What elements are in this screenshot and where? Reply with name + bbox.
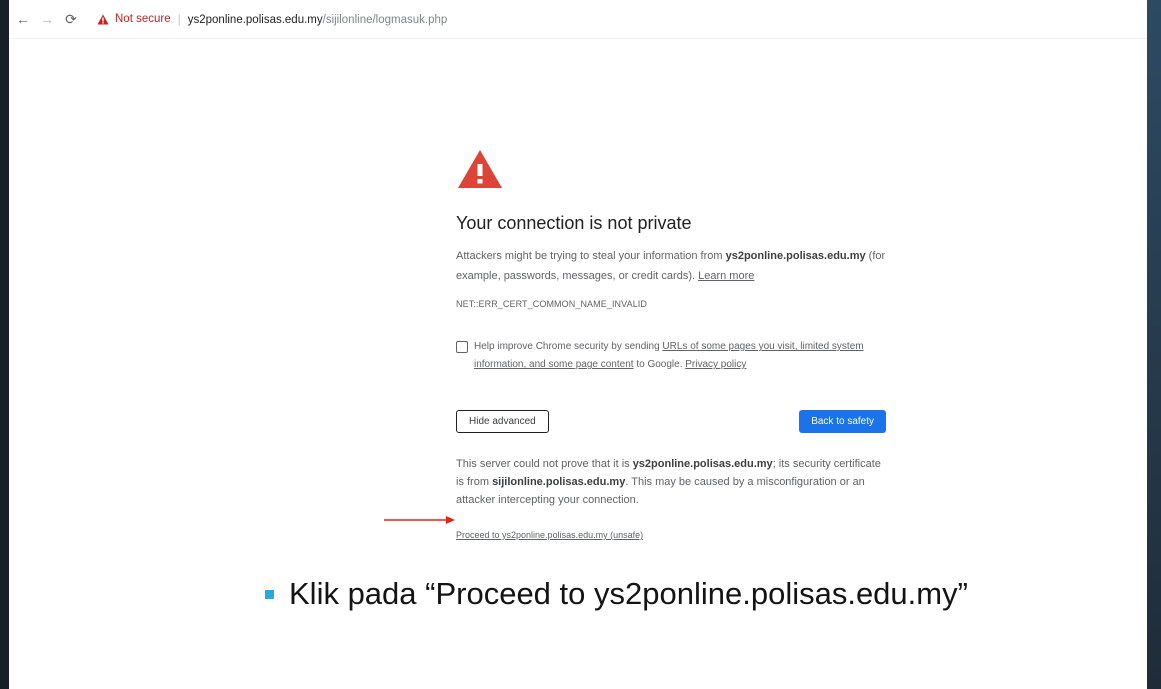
optin-pre: Help improve Chrome security by sending <box>474 341 663 352</box>
reload-icon[interactable]: ⟳ <box>59 11 83 28</box>
warning-triangle-icon[interactable] <box>97 14 109 25</box>
advanced-details-text: This server could not prove that it is y… <box>456 455 886 509</box>
caption-text: Klik pada “Proceed to ys2ponline.polisas… <box>289 576 968 611</box>
address-bar[interactable]: ys2ponline.polisas.edu.my/sijilonline/lo… <box>188 12 448 26</box>
url-host: ys2ponline.polisas.edu.my <box>187 14 323 26</box>
big-warning-icon <box>458 150 502 188</box>
button-row: Hide advanced Back to safety <box>456 410 886 433</box>
slide-left-border <box>0 0 9 689</box>
page-title: Your connection is not private <box>456 213 692 233</box>
hide-advanced-button[interactable]: Hide advanced <box>456 410 549 433</box>
intro-pre: Attackers might be trying to steal your … <box>456 250 726 262</box>
address-separator: | <box>177 12 181 26</box>
bullet-square-icon <box>265 589 274 599</box>
details-cert-host: sijilonline.polisas.edu.my <box>492 476 626 488</box>
learn-more-link[interactable]: Learn more <box>698 270 754 282</box>
security-optin: Help improve Chrome security by sending … <box>456 338 886 374</box>
url-path: /sijilonline/logmasuk.php <box>322 14 448 26</box>
error-code: NET::ERR_CERT_COMMON_NAME_INVALID <box>456 299 648 309</box>
intro-text: Attackers might be trying to steal your … <box>456 246 886 286</box>
details-host: ys2ponline.polisas.edu.my <box>632 458 773 470</box>
slide-right-border <box>1147 0 1161 689</box>
details-pre: This server could not prove that it is <box>456 458 633 470</box>
annotation-arrow-icon <box>384 516 455 524</box>
optin-text: Help improve Chrome security by sending … <box>474 338 886 374</box>
slide-caption: Klik pada “Proceed to ys2ponline.polisas… <box>265 576 968 612</box>
back-to-safety-button[interactable]: Back to safety <box>799 410 886 433</box>
browser-toolbar: ← → ⟳ Not secure | ys2ponline.polisas.ed… <box>9 0 1147 39</box>
back-arrow-icon[interactable]: ← <box>11 11 35 27</box>
privacy-policy-link[interactable]: Privacy policy <box>685 359 746 370</box>
not-secure-label[interactable]: Not secure <box>115 13 171 25</box>
proceed-unsafe-link[interactable]: Proceed to ys2ponline.polisas.edu.my (un… <box>456 525 886 545</box>
optin-checkbox[interactable] <box>456 341 468 353</box>
intro-host: ys2ponline.polisas.edu.my <box>725 250 866 262</box>
privacy-error-page: Your connection is not private Attackers… <box>456 148 886 545</box>
forward-arrow-icon[interactable]: → <box>35 11 59 27</box>
optin-mid: to Google. <box>633 359 686 370</box>
